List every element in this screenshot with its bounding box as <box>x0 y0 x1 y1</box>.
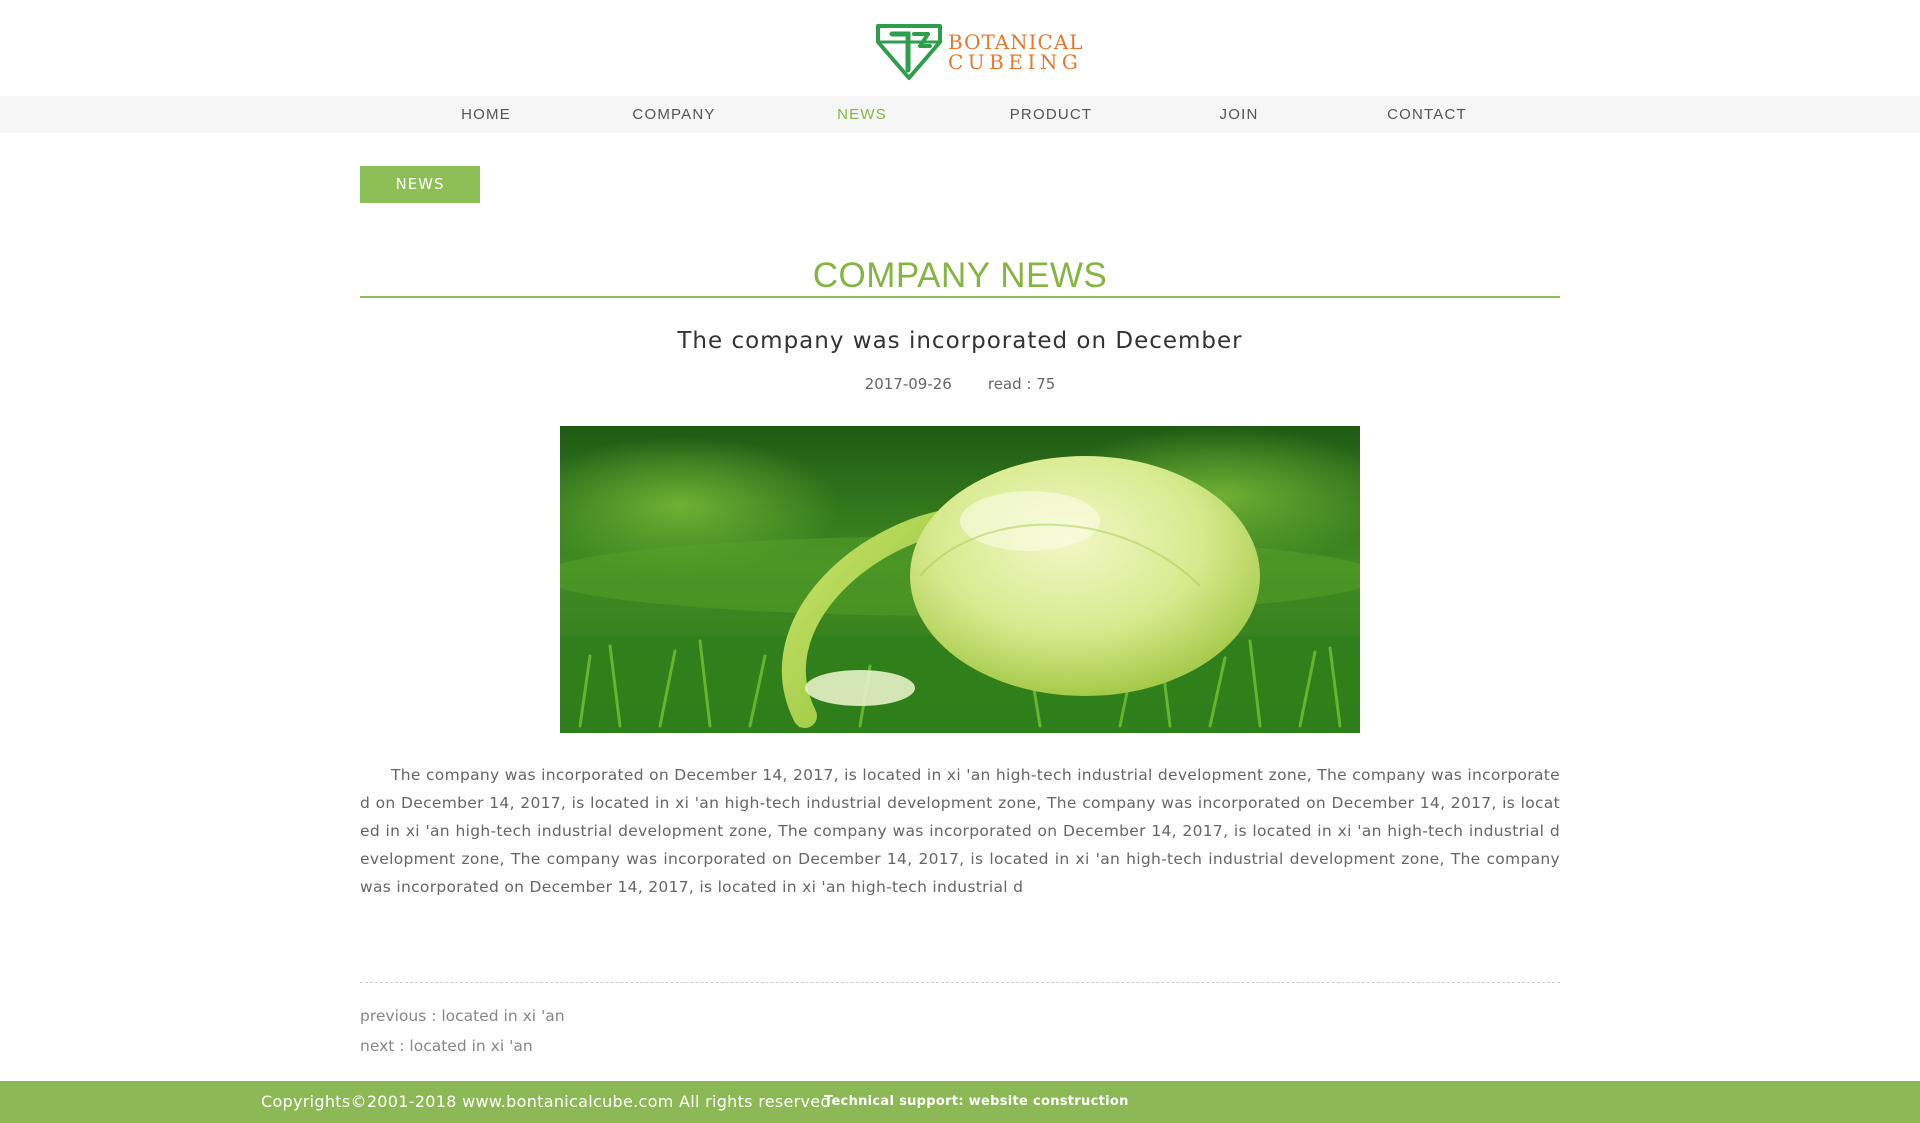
main-nav: HOME COMPANY NEWS PRODUCT JOIN CONTACT <box>0 96 1920 133</box>
site-header: BOTANICAL CUBEING <box>0 0 1920 96</box>
article-body: The company was incorporated on December… <box>360 761 1560 901</box>
article-body-text: The company was incorporated on December… <box>360 766 1560 896</box>
content-divider <box>360 982 1560 983</box>
nav-item-join[interactable]: JOIN <box>1220 96 1259 133</box>
article-date: 2017-09-26 <box>864 375 952 393</box>
article-meta: 2017-09-26 read : 75 <box>360 373 1560 395</box>
section-divider <box>360 296 1560 298</box>
brand-line-2: CUBEING <box>948 50 1083 74</box>
article-image <box>560 426 1360 733</box>
seedling-photo-icon <box>560 426 1360 733</box>
brand-line-1: BOTANICAL <box>948 30 1084 54</box>
article-read-count: read : 75 <box>987 375 1056 393</box>
nav-item-contact[interactable]: CONTACT <box>1387 96 1467 133</box>
nav-item-product[interactable]: PRODUCT <box>1010 96 1093 133</box>
nav-item-home[interactable]: HOME <box>461 96 511 133</box>
footer-copyright: Copyrights©2001-2018 www.bontanicalcube.… <box>261 1092 831 1111</box>
nav-item-news[interactable]: NEWS <box>837 96 887 133</box>
brand-wordmark: BOTANICAL CUBEING <box>948 32 1084 72</box>
diamond-logo-icon <box>876 24 942 80</box>
next-article-link[interactable]: next : located in xi 'an <box>360 1034 533 1058</box>
footer-tech-support-link[interactable]: Technical support: website construction <box>824 1081 1129 1123</box>
site-footer: Copyrights©2001-2018 www.bontanicalcube.… <box>0 1081 1920 1123</box>
brand-logo[interactable]: BOTANICAL CUBEING <box>874 22 1083 82</box>
nav-item-company[interactable]: COMPANY <box>632 96 715 133</box>
previous-article-link[interactable]: previous : located in xi 'an <box>360 1004 565 1028</box>
news-category-button[interactable]: NEWS <box>360 166 480 203</box>
section-title: COMPANY NEWS <box>812 256 1108 295</box>
article-title: The company was incorporated on December <box>677 328 1243 354</box>
